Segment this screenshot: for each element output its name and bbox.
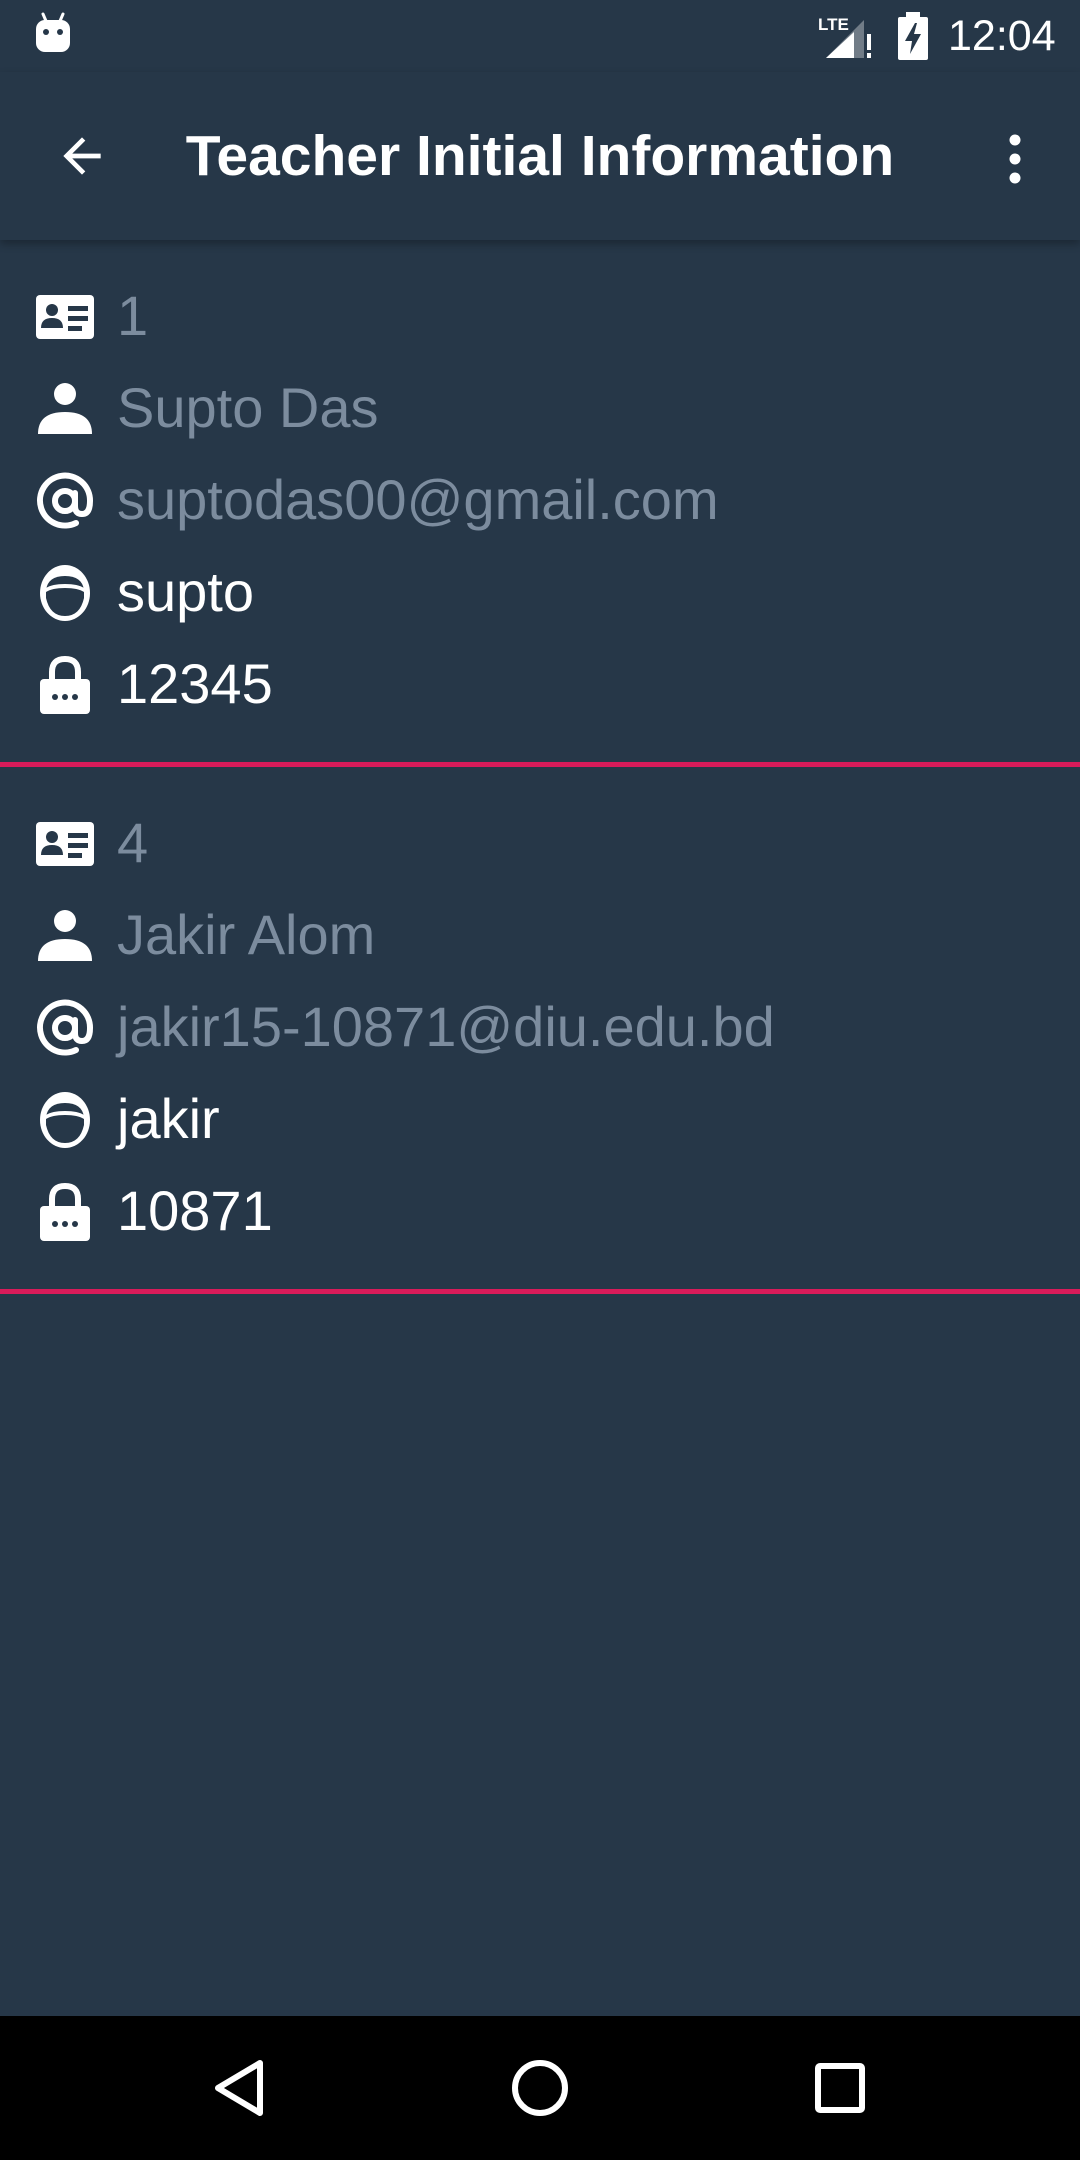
page-title: Teacher Initial Information — [185, 124, 895, 188]
teacher-name-row: Jakir Alom — [0, 889, 1080, 981]
teacher-email: suptodas00@gmail.com — [117, 468, 719, 531]
lte-signal-icon: LTE — [818, 15, 871, 58]
teacher-id-row: 4 — [0, 797, 1080, 889]
system-nav-bar — [0, 2016, 1080, 2160]
nav-back-icon[interactable] — [200, 2046, 284, 2130]
teacher-name: Supto Das — [117, 376, 379, 439]
teacher-card[interactable]: 1 Supto Das suptodas00@gmail.com supto 1… — [0, 240, 1080, 767]
status-bar: LTE 12:04 — [0, 0, 1080, 72]
teacher-id-row: 1 — [0, 270, 1080, 362]
teacher-name-row: Supto Das — [0, 362, 1080, 454]
teacher-password: 10871 — [117, 1179, 273, 1242]
overflow-menu-button[interactable] — [990, 120, 1040, 192]
teacher-password-row: 10871 — [0, 1165, 1080, 1257]
teacher-id: 4 — [117, 811, 149, 874]
lock-icon — [40, 655, 90, 714]
status-time: 12:04 — [948, 12, 1056, 60]
face-icon — [40, 1092, 90, 1148]
teacher-initial-row: supto — [0, 546, 1080, 638]
teacher-email-row: jakir15-10871@diu.edu.bd — [0, 981, 1080, 1073]
teacher-list: 1 Supto Das suptodas00@gmail.com supto 1… — [0, 240, 1080, 1294]
teacher-initial-row: jakir — [0, 1073, 1080, 1165]
id-card-icon — [36, 295, 94, 339]
face-icon — [40, 565, 90, 621]
teacher-name: Jakir Alom — [117, 903, 376, 966]
at-sign-icon — [37, 472, 94, 529]
teacher-email-row: suptodas00@gmail.com — [0, 454, 1080, 546]
more-vert-icon — [1009, 134, 1021, 184]
svg-text:LTE: LTE — [818, 15, 849, 34]
lock-icon — [40, 1182, 90, 1241]
nav-home-icon[interactable] — [498, 2046, 582, 2130]
teacher-email: jakir15-10871@diu.edu.bd — [117, 995, 775, 1058]
teacher-initial: jakir — [117, 1087, 220, 1150]
at-sign-icon — [37, 999, 94, 1056]
person-icon — [38, 383, 92, 434]
android-icon — [36, 12, 70, 52]
person-icon — [38, 910, 92, 961]
teacher-id: 1 — [117, 284, 149, 347]
nav-recents-icon[interactable] — [798, 2046, 882, 2130]
teacher-password-row: 12345 — [0, 638, 1080, 730]
teacher-initial: supto — [117, 560, 254, 623]
teacher-card[interactable]: 4 Jakir Alom jakir15-10871@diu.edu.bd ja… — [0, 767, 1080, 1294]
id-card-icon — [36, 822, 94, 866]
teacher-password: 12345 — [117, 652, 273, 715]
app-bar: Teacher Initial Information — [0, 72, 1080, 240]
battery-charging-icon — [898, 12, 928, 60]
